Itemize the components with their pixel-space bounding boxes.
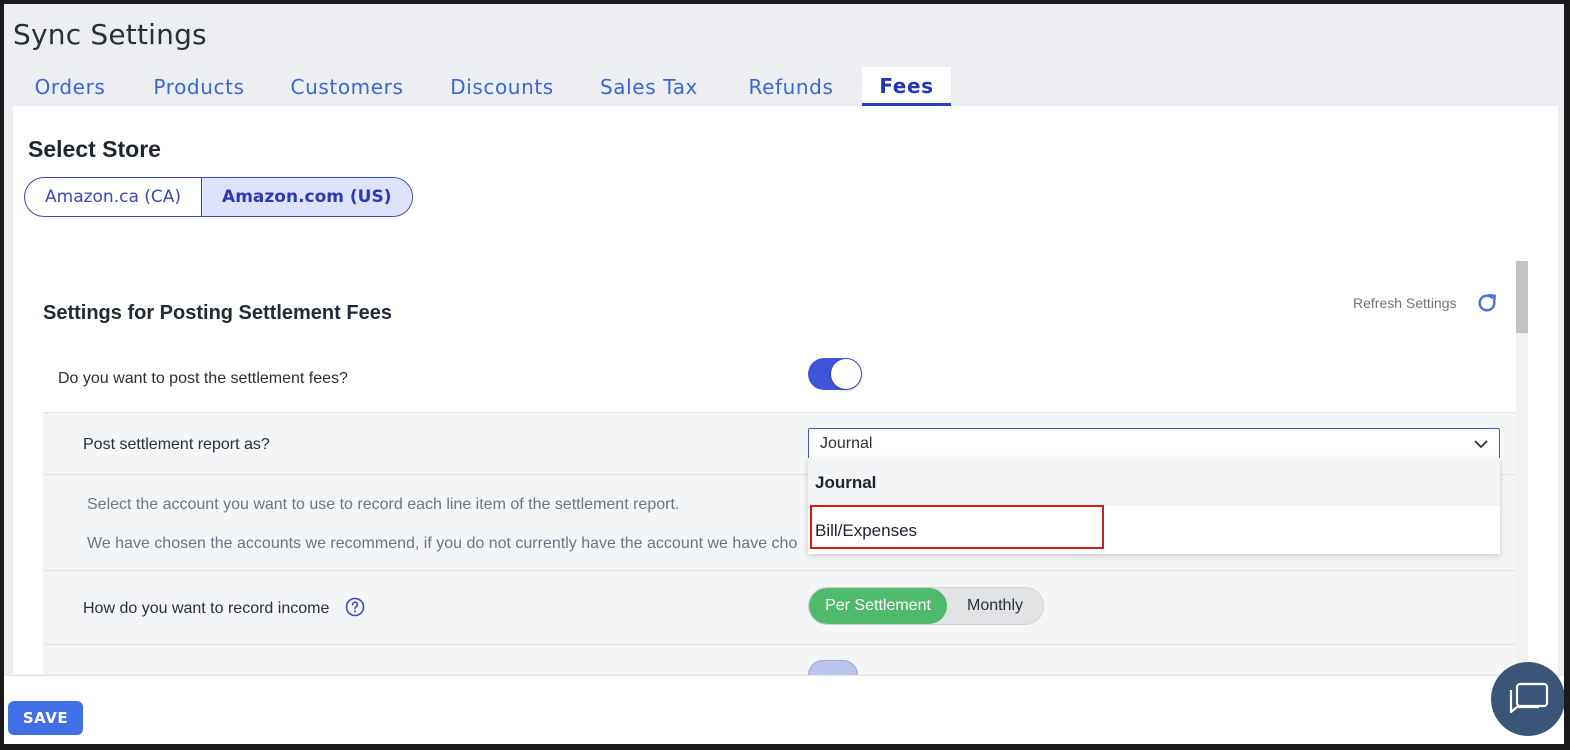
save-button[interactable]: SAVE — [8, 701, 83, 735]
store-selector: Amazon.ca (CA) Amazon.com (US) — [24, 177, 413, 217]
tab-sales-tax[interactable]: Sales Tax — [589, 67, 709, 107]
question-circle-icon[interactable] — [345, 597, 365, 617]
tab-discounts[interactable]: Discounts — [438, 67, 566, 107]
dropdown-option-label: Journal — [815, 473, 877, 492]
recommendation-info-text: We have chosen the accounts we recommend… — [87, 535, 798, 552]
post-fees-label: Do you want to post the settlement fees? — [58, 370, 348, 387]
divider — [43, 412, 1516, 413]
dropdown-option-journal[interactable]: Journal — [808, 458, 1500, 506]
tab-orders[interactable]: Orders — [13, 67, 127, 107]
income-option-monthly[interactable]: Monthly — [947, 588, 1043, 624]
tab-refunds[interactable]: Refunds — [736, 67, 846, 107]
tab-products[interactable]: Products — [135, 67, 263, 107]
select-store-heading: Select Store — [28, 136, 161, 162]
refresh-icon[interactable] — [1476, 292, 1498, 314]
income-frequency-toggle: Per Settlement Monthly — [808, 587, 1044, 625]
store-option-amazon-ca[interactable]: Amazon.ca (CA) — [25, 178, 201, 216]
toggle-knob — [831, 359, 861, 389]
scrollbar-thumb[interactable] — [1516, 261, 1528, 333]
app-window: Sync Settings Orders Products Customers … — [4, 4, 1564, 744]
divider — [43, 644, 1516, 645]
refresh-settings-link[interactable]: Refresh Settings — [1353, 295, 1457, 311]
account-info-text: Select the account you want to use to re… — [87, 496, 680, 513]
settings-heading: Settings for Posting Settlement Fees — [43, 302, 392, 324]
divider — [43, 570, 1516, 571]
store-option-amazon-us[interactable]: Amazon.com (US) — [201, 178, 412, 216]
post-report-label: Post settlement report as? — [83, 436, 270, 453]
dropdown-option-bill-expenses[interactable]: Bill/Expenses — [808, 506, 1500, 554]
post-report-value: Journal — [820, 435, 873, 452]
page-title: Sync Settings — [13, 18, 207, 51]
main-panel: Select Store Amazon.ca (CA) Amazon.com (… — [13, 106, 1558, 690]
post-fees-toggle[interactable] — [808, 358, 862, 390]
dropdown-option-label: Bill/Expenses — [815, 521, 918, 540]
tab-customers[interactable]: Customers — [277, 67, 417, 107]
chat-icon — [1509, 682, 1549, 714]
chevron-down-icon — [1474, 440, 1488, 449]
tab-fees[interactable]: Fees — [862, 67, 951, 107]
income-option-per-settlement[interactable]: Per Settlement — [809, 588, 947, 624]
record-income-label: How do you want to record income — [83, 600, 330, 617]
post-report-dropdown-menu: Journal Bill/Expenses — [808, 458, 1500, 554]
post-report-select[interactable]: Journal — [808, 428, 1500, 460]
chat-button[interactable] — [1491, 662, 1564, 736]
footer-bar: SAVE — [4, 675, 1564, 744]
